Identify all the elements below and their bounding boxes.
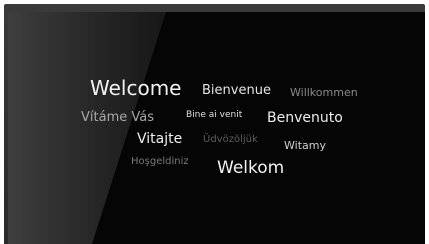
greeting-vitajte: Vitajte [137, 131, 183, 147]
greeting-bine-ai-venit: Bine ai venit [186, 110, 243, 120]
greeting-willkommen: Willkommen [290, 86, 358, 99]
greeting-benvenuto: Benvenuto [267, 110, 343, 126]
greeting-witamy: Witamy [284, 139, 326, 152]
greeting-bienvenue: Bienvenue [202, 83, 271, 98]
greeting-welkom: Welkom [217, 158, 285, 178]
tv-display: Welcome Bienvenue Willkommen Vítáme Vás … [0, 0, 429, 244]
greeting-hosgeldiniz: Hoşgeldiniz [131, 156, 189, 167]
greeting-udvozoljuk: Üdvözöljük [203, 134, 258, 145]
greeting-vitame-vas: Vítáme Vás [81, 110, 154, 125]
greeting-welcome: Welcome [90, 76, 182, 100]
tv-screen: Welcome Bienvenue Willkommen Vítáme Vás … [8, 12, 425, 244]
screen-glare [8, 12, 166, 244]
